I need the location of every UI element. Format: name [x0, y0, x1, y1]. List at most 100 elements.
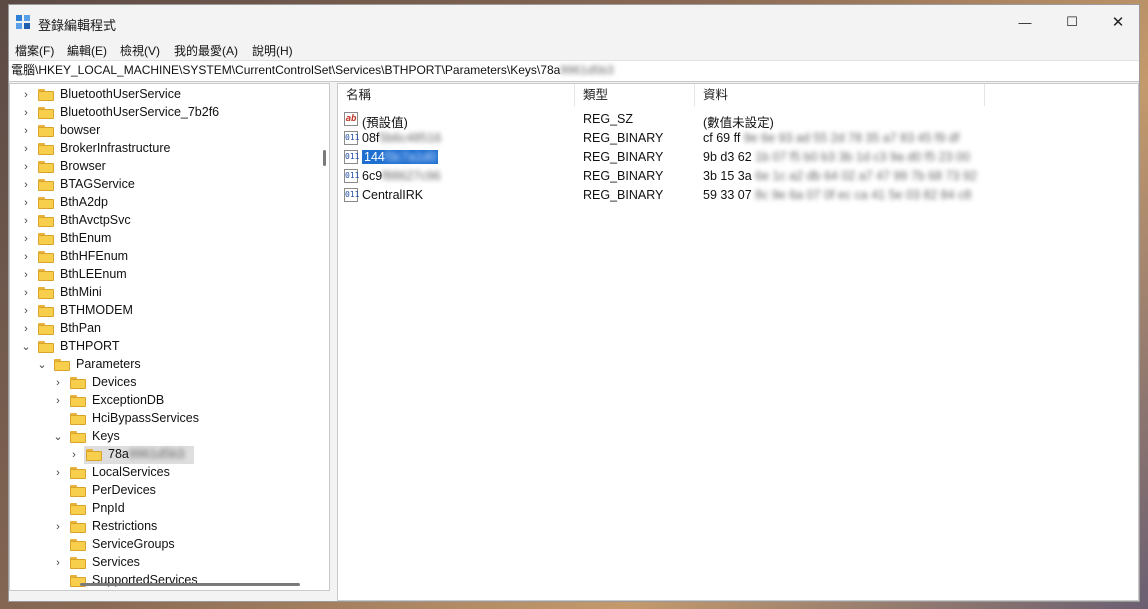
tree-node[interactable]: › Restrictions [10, 518, 320, 536]
tree-node-label: Keys [92, 429, 120, 443]
tree-node[interactable]: › BthHFEnum [10, 248, 320, 266]
chevron-right-icon[interactable]: › [20, 106, 32, 120]
tree-node[interactable]: ServiceGroups [10, 536, 320, 554]
tree-node-label: bowser [60, 123, 101, 137]
chevron-right-icon[interactable]: › [20, 232, 32, 246]
folder-icon [70, 431, 86, 443]
tree-node-label: HciBypassServices [92, 411, 199, 425]
column-header-name[interactable]: 名稱 [338, 84, 575, 106]
tree-node[interactable]: › Services [10, 554, 320, 572]
tree-node-label-blurred: 9961d5b3 [128, 447, 185, 461]
value-row[interactable]: 011 144f3c7a1d0 REG_BINARY 9b d3 62 1b 07 f… [338, 148, 1138, 167]
chevron-down-icon[interactable]: ⌄ [52, 430, 64, 444]
tree-node[interactable]: › Devices [10, 374, 320, 392]
value-data-blurred: 6e 1c a2 db 64 02 a7 47 99 7b 68 73 92 [751, 169, 977, 183]
chevron-right-icon[interactable]: › [20, 214, 32, 228]
folder-icon [38, 89, 54, 101]
tree-node[interactable]: › BrokerInfrastructure [10, 140, 320, 158]
tree-node[interactable]: PerDevices [10, 482, 320, 500]
chevron-right-icon[interactable]: › [20, 160, 32, 174]
tree-node[interactable]: › BthLEEnum [10, 266, 320, 284]
tree-node[interactable]: › BthPan [10, 320, 320, 338]
address-path-blurred: 9961d5b3 [560, 63, 614, 77]
tree-node[interactable]: › BthA2dp [10, 194, 320, 212]
tree-node[interactable]: › LocalServices [10, 464, 320, 482]
tree-node-label: BthMini [60, 285, 102, 299]
address-path: 電腦\HKEY_LOCAL_MACHINE\SYSTEM\CurrentCont… [11, 63, 561, 77]
chevron-right-icon[interactable]: › [20, 196, 32, 210]
value-row[interactable]: ab (預設值) REG_SZ (數值未設定) [338, 110, 1138, 130]
chevron-down-icon[interactable]: ⌄ [20, 340, 32, 354]
chevron-right-icon[interactable]: › [20, 124, 32, 138]
menu-file[interactable]: 檔案(F) [15, 42, 54, 59]
chevron-right-icon[interactable]: › [20, 88, 32, 102]
tree-node[interactable]: › BthEnum [10, 230, 320, 248]
tree-node[interactable]: › BluetoothUserService_7b2f6 [10, 104, 320, 122]
binary-value-icon: 011 [344, 131, 359, 145]
folder-icon [70, 521, 86, 533]
chevron-right-icon[interactable]: › [52, 376, 64, 390]
chevron-right-icon[interactable]: › [20, 304, 32, 318]
chevron-right-icon[interactable]: › [52, 466, 64, 480]
tree-node[interactable]: › BTAGService [10, 176, 320, 194]
chevron-down-icon[interactable]: ⌄ [36, 358, 48, 372]
tree-node[interactable]: PnpId [10, 500, 320, 518]
tree-node[interactable]: ⌄ Keys [10, 428, 320, 446]
tree-vertical-scrollbar[interactable] [323, 150, 326, 166]
title-bar[interactable]: 登錄編輯程式 — ☐ ✕ [9, 5, 1139, 39]
tree-node[interactable]: ⌄ Parameters [10, 356, 320, 374]
value-name-blurred: f88627c96 [382, 169, 441, 183]
chevron-right-icon[interactable]: › [52, 394, 64, 408]
value-row[interactable]: 011 6c9f88627c96 REG_BINARY 3b 15 3a 6e 1c … [338, 167, 1138, 186]
menu-help[interactable]: 說明(H) [252, 42, 293, 59]
value-data: 3b 15 3a 6e 1c a2 db 64 02 a7 47 99 7b 6… [703, 169, 977, 183]
tree-node[interactable]: › bowser [10, 122, 320, 140]
chevron-right-icon[interactable]: › [20, 142, 32, 156]
tree-node[interactable]: › BthMini [10, 284, 320, 302]
folder-icon [54, 359, 70, 371]
menu-view[interactable]: 檢視(V) [120, 42, 160, 59]
value-row[interactable]: 011 CentralIRK REG_BINARY 59 33 07 8c 9e 6a… [338, 186, 1138, 205]
folder-icon [38, 251, 54, 263]
tree-node[interactable]: HciBypassServices [10, 410, 320, 428]
minimize-button[interactable]: — [1002, 5, 1048, 39]
value-row[interactable]: 011 08f5b6c48516 REG_BINARY cf 69 ff 9e 6e … [338, 129, 1138, 148]
tree-node[interactable]: › BTHMODEM [10, 302, 320, 320]
binary-value-icon: 011 [344, 150, 359, 164]
tree-horizontal-scrollbar[interactable] [80, 583, 300, 586]
values-list-pane[interactable]: 名稱 類型 資料 ab (預設值) REG_SZ (數值未設定) 011 08f5b6c4… [337, 83, 1139, 601]
tree-node-label: BTHPORT [60, 339, 120, 353]
folder-icon [70, 377, 86, 389]
tree-node[interactable]: › ExceptionDB [10, 392, 320, 410]
menu-favorites[interactable]: 我的最愛(A) [174, 42, 238, 59]
tree-node-label: BthPan [60, 321, 102, 335]
tree-node[interactable]: ⌄ BTHPORT [10, 338, 320, 356]
chevron-right-icon[interactable]: › [20, 250, 32, 264]
tree-node[interactable]: SupportedServices [10, 572, 320, 590]
folder-icon [38, 215, 54, 227]
chevron-right-icon[interactable]: › [20, 178, 32, 192]
folder-icon [38, 323, 54, 335]
registry-tree-pane[interactable]: › BluetoothUserService › BluetoothUserServi… [9, 83, 330, 591]
chevron-right-icon[interactable]: › [68, 448, 80, 462]
column-header-type[interactable]: 類型 [575, 84, 695, 106]
close-button[interactable]: ✕ [1095, 5, 1139, 39]
menu-edit[interactable]: 編輯(E) [67, 42, 107, 59]
address-bar[interactable]: 電腦\HKEY_LOCAL_MACHINE\SYSTEM\CurrentCont… [9, 60, 1139, 82]
folder-icon [38, 287, 54, 299]
value-type: REG_SZ [583, 112, 634, 126]
chevron-right-icon[interactable]: › [52, 556, 64, 570]
tree-node[interactable]: › BthAvctpSvc [10, 212, 320, 230]
chevron-right-icon[interactable]: › [20, 268, 32, 282]
maximize-button[interactable]: ☐ [1049, 5, 1095, 39]
tree-node[interactable]: › Browser [10, 158, 320, 176]
chevron-right-icon[interactable]: › [20, 322, 32, 336]
folder-icon [38, 269, 54, 281]
column-header-data[interactable]: 資料 [695, 84, 985, 106]
registry-editor-window: 登錄編輯程式 — ☐ ✕ 檔案(F) 編輯(E) 檢視(V) 我的最愛(A) 說… [8, 4, 1140, 602]
chevron-right-icon[interactable]: › [52, 520, 64, 534]
tree-node[interactable]: › 78a9961d5b3 [10, 446, 320, 464]
folder-icon [70, 557, 86, 569]
chevron-right-icon[interactable]: › [20, 286, 32, 300]
tree-node[interactable]: › BluetoothUserService [10, 86, 320, 104]
